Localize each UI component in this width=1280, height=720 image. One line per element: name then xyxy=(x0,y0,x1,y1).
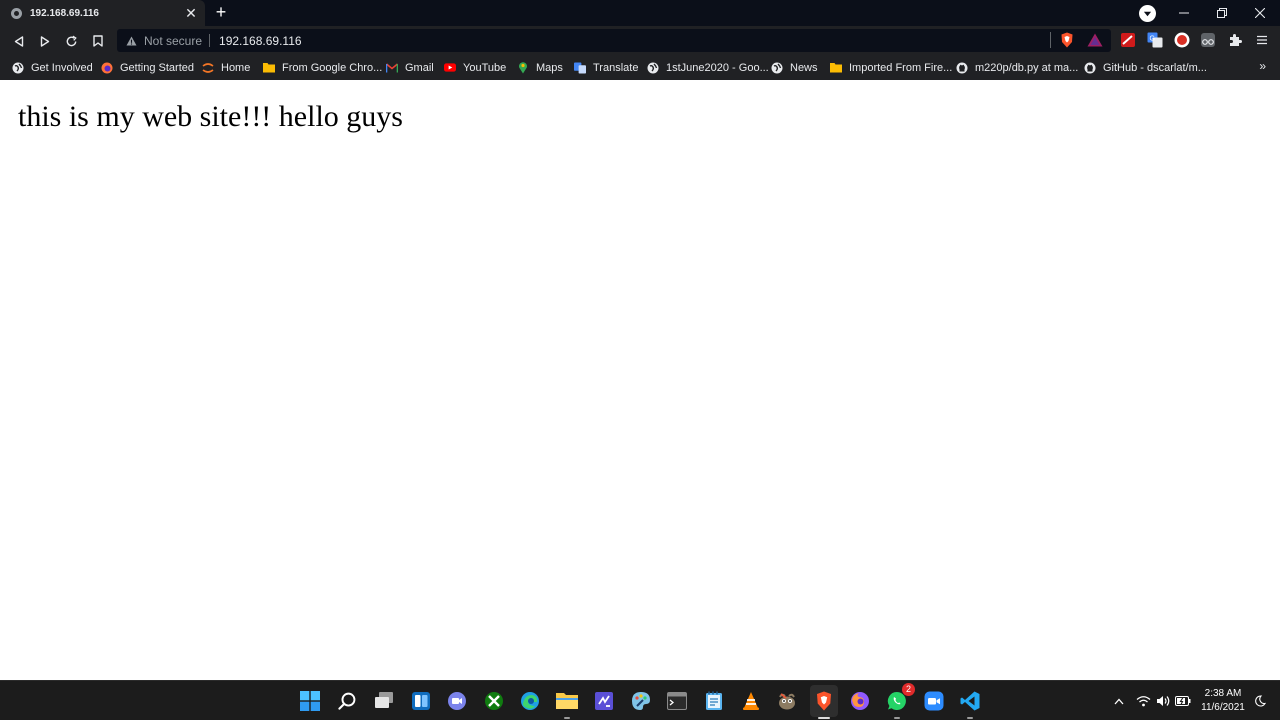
extension-circle-icon[interactable] xyxy=(1173,31,1191,49)
reload-button[interactable] xyxy=(60,30,82,52)
google-translate-icon[interactable]: G xyxy=(1146,31,1164,49)
url-text[interactable]: 192.168.69.116 xyxy=(219,34,302,48)
visual-studio-icon[interactable] xyxy=(592,689,616,713)
maps-icon xyxy=(517,62,529,74)
bookmark-maps[interactable]: Maps xyxy=(517,59,563,76)
bookmark-1stjune2020[interactable]: 1stJune2020 - Goo... xyxy=(647,59,769,76)
bookmark-folder-from-google-chrome[interactable]: From Google Chro... xyxy=(263,59,382,76)
firefox-icon[interactable] xyxy=(848,689,872,713)
vlc-icon[interactable] xyxy=(739,689,763,713)
globe-icon xyxy=(11,7,22,19)
active-tab[interactable]: 192.168.69.116 ✕ xyxy=(0,0,205,26)
bookmark-translate[interactable]: Translate xyxy=(574,59,638,76)
volume-icon[interactable] xyxy=(1154,693,1172,709)
task-view-icon[interactable] xyxy=(372,689,396,713)
restore-button[interactable] xyxy=(1205,0,1239,26)
back-button[interactable] xyxy=(8,30,30,52)
tab-title: 192.168.69.116 xyxy=(30,7,99,19)
search-icon[interactable] xyxy=(335,689,359,713)
bookmark-folder-imported-from-firefox[interactable]: Imported From Fire... xyxy=(830,59,952,76)
wifi-icon[interactable] xyxy=(1134,693,1152,709)
whatsapp-icon[interactable]: 2 xyxy=(885,683,915,719)
profile-icon[interactable] xyxy=(1139,5,1156,22)
paint-icon[interactable] xyxy=(629,689,653,713)
web-page-content: this is my web site!!! hello guys xyxy=(0,80,1280,680)
file-explorer-icon[interactable] xyxy=(555,689,579,719)
extensions-puzzle-icon[interactable] xyxy=(1226,31,1244,49)
bookmark-button[interactable] xyxy=(87,30,109,52)
jupyter-icon xyxy=(202,62,214,74)
bookmark-youtube[interactable]: YouTube xyxy=(444,59,506,76)
windows-taskbar: 2 2:38 AM 11/6/2021 xyxy=(0,680,1280,720)
running-indicator xyxy=(894,717,900,719)
globe-icon xyxy=(647,62,659,74)
security-label[interactable]: Not secure xyxy=(144,34,202,48)
address-bar[interactable]: Not secure 192.168.69.116 xyxy=(117,29,1111,52)
translate-icon xyxy=(574,61,586,74)
bookmark-m220p-db-py[interactable]: m220p/db.py at ma... xyxy=(956,59,1078,76)
notifications-moon-icon[interactable] xyxy=(1252,693,1268,709)
svg-text:G: G xyxy=(1150,36,1155,43)
system-clock[interactable]: 2:38 AM 11/6/2021 xyxy=(1196,687,1250,715)
bookmark-gmail[interactable]: Gmail xyxy=(386,59,434,76)
bookmark-news[interactable]: News xyxy=(771,59,818,76)
chat-icon[interactable] xyxy=(445,689,469,713)
xbox-icon[interactable] xyxy=(482,689,506,713)
forward-button[interactable] xyxy=(34,30,56,52)
gimp-icon[interactable] xyxy=(775,689,799,713)
new-tab-button[interactable]: + xyxy=(211,3,231,23)
close-window-button[interactable] xyxy=(1243,0,1277,26)
warning-icon[interactable] xyxy=(126,35,137,46)
brave-icon[interactable] xyxy=(812,689,836,719)
folder-icon xyxy=(830,62,842,74)
omnibox-divider xyxy=(209,34,211,47)
zoom-icon[interactable] xyxy=(922,689,946,713)
start-button[interactable] xyxy=(298,689,322,713)
bookmark-github-dscarlat[interactable]: GitHub - dscarlat/m... xyxy=(1084,59,1207,76)
globe-icon xyxy=(12,62,24,74)
brave-shields-icon[interactable] xyxy=(1058,31,1076,49)
notepad-icon[interactable] xyxy=(702,689,726,713)
minimize-button[interactable] xyxy=(1167,0,1201,26)
close-tab-icon[interactable]: ✕ xyxy=(182,4,200,22)
vscode-icon[interactable] xyxy=(958,689,982,719)
running-indicator xyxy=(564,717,570,719)
clock-time: 2:38 AM xyxy=(1204,688,1242,699)
bookmarks-overflow-button[interactable]: » xyxy=(1259,59,1266,73)
widgets-icon[interactable] xyxy=(409,689,433,713)
show-hidden-icons-chevron-up-icon[interactable] xyxy=(1112,693,1126,709)
toolbar-divider xyxy=(1050,32,1051,48)
extension-glasses-icon[interactable] xyxy=(1199,31,1217,49)
menu-icon[interactable] xyxy=(1253,31,1271,49)
bookmark-getting-started[interactable]: Getting Started xyxy=(101,59,194,76)
notification-badge: 2 xyxy=(902,683,915,696)
terminal-icon[interactable] xyxy=(665,689,689,713)
github-icon xyxy=(1084,62,1096,74)
github-icon xyxy=(956,62,968,74)
edge-icon[interactable] xyxy=(518,689,542,713)
tab-strip: 192.168.69.116 ✕ + xyxy=(0,0,1280,26)
folder-icon xyxy=(263,62,275,74)
globe-icon xyxy=(771,62,783,74)
browser-toolbar: Not secure 192.168.69.116 G xyxy=(0,26,1280,55)
brave-rewards-icon[interactable] xyxy=(1086,31,1104,49)
firefox-icon xyxy=(101,62,113,74)
bookmark-get-involved[interactable]: Get Involved xyxy=(12,59,93,76)
youtube-icon xyxy=(444,62,456,74)
extension-red-icon[interactable] xyxy=(1119,31,1137,49)
clock-date: 11/6/2021 xyxy=(1201,702,1245,713)
bookmarks-bar: Get Involved Getting Started Home From G… xyxy=(0,55,1280,80)
bookmark-home[interactable]: Home xyxy=(202,59,250,76)
battery-charging-icon[interactable] xyxy=(1174,693,1192,709)
page-body-text: this is my web site!!! hello guys xyxy=(18,100,403,133)
running-indicator xyxy=(967,717,973,719)
gmail-icon xyxy=(386,62,398,74)
active-indicator xyxy=(818,717,830,719)
